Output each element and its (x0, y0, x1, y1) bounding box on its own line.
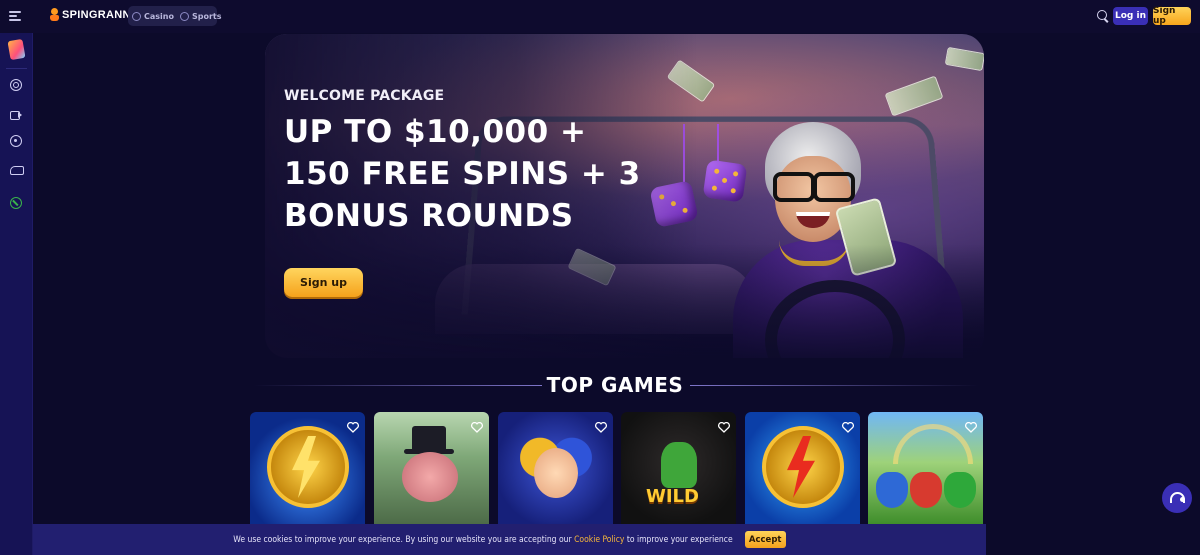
game-art-image (876, 464, 976, 510)
game-tile[interactable] (745, 412, 860, 524)
soccer-ball-icon[interactable] (10, 135, 22, 147)
favorite-heart-icon[interactable] (718, 418, 730, 433)
mode-sports-label: Sports (191, 11, 222, 21)
mode-sports-button[interactable]: Sports (179, 11, 222, 21)
favorite-heart-icon[interactable] (347, 418, 359, 433)
game-art-image (661, 442, 697, 488)
mode-switch: Casino Sports (128, 6, 221, 26)
top-bar: SPINGRANNY Casino Sports Log in Sign up (0, 0, 1200, 33)
logo-icon (50, 8, 59, 22)
cookie-accept-button[interactable]: Accept (744, 531, 786, 548)
cookie-banner: We use cookies to improve your experienc… (33, 524, 986, 555)
cookie-policy-link[interactable]: Cookie Policy (574, 535, 624, 545)
hero-signup-button[interactable]: Sign up (284, 268, 363, 297)
promotions-icon[interactable] (7, 38, 26, 61)
hamburger-menu-icon[interactable] (9, 11, 21, 21)
game-tile[interactable] (374, 412, 489, 524)
logo[interactable]: SPINGRANNY (50, 8, 138, 22)
game-tile[interactable] (498, 412, 613, 524)
game-tile[interactable] (868, 412, 983, 524)
mode-casino-label: Casino (144, 11, 174, 21)
cookie-text-before: We use cookies to improve your experienc… (233, 534, 572, 545)
header-signup-button[interactable]: Sign up (1153, 6, 1191, 26)
hero-text: WELCOME PACKAGE UP TO $10,000 + 150 FREE… (284, 88, 644, 237)
top-hat-image (404, 426, 454, 454)
sidebar (0, 33, 33, 555)
logo-text: SPINGRANNY (62, 9, 139, 21)
game-tile[interactable] (250, 412, 365, 524)
section-divider-left (252, 385, 542, 386)
sidebar-divider (6, 68, 27, 69)
rainbow-image (893, 424, 973, 464)
cookie-text-after: to improve your experience (626, 534, 733, 545)
top-games-title: TOP GAMES (546, 373, 684, 397)
mode-casino-button[interactable]: Casino (132, 11, 174, 21)
virtual-sports-icon[interactable] (10, 163, 24, 175)
favorite-heart-icon[interactable] (842, 418, 854, 433)
casino-chip-icon (132, 11, 141, 21)
game-art-image (402, 452, 458, 502)
section-divider-right (690, 385, 980, 386)
favorite-heart-icon[interactable] (595, 418, 607, 433)
hero-banner[interactable]: WELCOME PACKAGE UP TO $10,000 + 150 FREE… (265, 34, 984, 358)
login-button[interactable]: Log in (1113, 7, 1148, 25)
hero-title: UP TO $10,000 + 150 FREE SPINS + 3 BONUS… (284, 114, 641, 234)
esports-icon[interactable] (10, 197, 22, 209)
cookie-text: We use cookies to improve your experienc… (233, 535, 732, 545)
wild-logo-image: WILD (646, 486, 699, 507)
soccer-ball-icon (179, 11, 189, 21)
game-tile[interactable]: WILD (621, 412, 736, 524)
jester-face-image (534, 448, 578, 498)
support-chat-icon[interactable] (1162, 483, 1192, 513)
live-camera-icon[interactable] (10, 109, 22, 121)
hero-kicker: WELCOME PACKAGE (284, 88, 445, 104)
casino-chip-icon[interactable] (10, 79, 22, 91)
favorite-heart-icon[interactable] (471, 418, 483, 433)
search-icon[interactable] (1097, 10, 1109, 22)
favorite-heart-icon[interactable] (965, 418, 977, 433)
